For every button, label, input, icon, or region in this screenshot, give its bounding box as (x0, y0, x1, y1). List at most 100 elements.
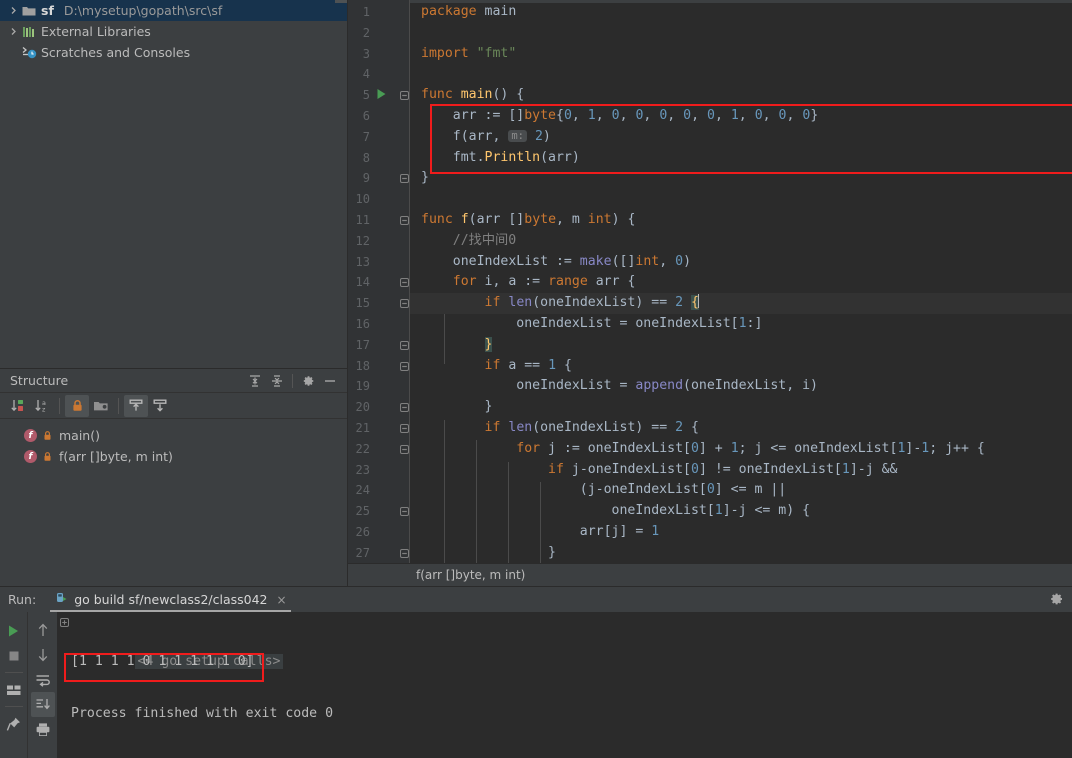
code-line-10 (410, 189, 1072, 210)
expand-all-icon[interactable] (244, 371, 266, 391)
line-number: 14 (348, 272, 370, 293)
structure-item-main-label: main() (59, 428, 100, 443)
line-number: 11 (348, 210, 370, 231)
code-line-27: } (410, 543, 1072, 564)
structure-item-main[interactable]: f main() (0, 425, 347, 446)
sort-by-visibility-icon[interactable] (6, 395, 30, 417)
sort-alphabetically-icon[interactable]: a z (30, 395, 54, 417)
line-number: 4 (348, 64, 370, 85)
fold-marker-expanded[interactable] (400, 418, 409, 433)
code-line-13: oneIndexList := make([]int, 0) (410, 252, 1072, 273)
console-output-line: [1 1 1 1 0 1 1 1 1 1 0] (71, 651, 254, 672)
tree-item-sf-path: D:\mysetup\gopath\src\sf (64, 3, 222, 18)
code-line-3: import "fmt" (410, 44, 1072, 65)
rerun-icon[interactable] (2, 618, 26, 643)
soft-wrap-icon[interactable] (31, 667, 55, 692)
line-number: 15 (348, 293, 370, 314)
function-badge-icon: f (24, 429, 37, 442)
code-line-16: oneIndexList = oneIndexList[1:] (410, 314, 1072, 335)
toolbar-divider (5, 672, 23, 673)
gear-icon[interactable] (297, 371, 319, 391)
project-scrollbar[interactable] (335, 0, 348, 3)
hide-panel-icon[interactable] (319, 371, 341, 391)
editor-gutter[interactable]: 1 2 3 4 5 6 7 8 9 10 11 12 13 14 15 16 1… (348, 0, 410, 586)
line-number: 1 (348, 2, 370, 23)
line-number: 24 (348, 480, 370, 501)
close-icon[interactable]: × (277, 593, 287, 607)
function-badge-icon: f (24, 450, 37, 463)
code-line-2 (410, 23, 1072, 44)
code-line-12: //找中间0 (410, 231, 1072, 252)
show-non-public-icon[interactable] (65, 395, 89, 417)
line-number: 25 (348, 501, 370, 522)
toolbar-divider (5, 706, 23, 707)
structure-panel: Structure (0, 368, 348, 586)
code-line-21: if len(oneIndexList) == 2 { (410, 418, 1072, 439)
run-tabbar: Run: go build sf/newclass2/class042 × (0, 587, 1072, 612)
folder-icon (20, 5, 38, 17)
run-console-toolbar (28, 612, 57, 758)
run-console-output[interactable]: <4 go setup calls> [1 1 1 1 0 1 1 1 1 1 … (57, 612, 1072, 758)
gear-icon[interactable] (1048, 591, 1064, 611)
line-number: 9 (348, 168, 370, 189)
code-line-8: fmt.Println(arr) (410, 148, 1072, 169)
chevron-right-icon[interactable] (6, 27, 20, 36)
fold-marker-end[interactable] (400, 397, 409, 412)
tree-item-scratches[interactable]: Scratches and Consoles (0, 42, 347, 63)
down-arrow-icon[interactable] (31, 642, 55, 667)
run-gutter-icon[interactable] (376, 85, 387, 106)
layout-icon[interactable] (2, 677, 26, 702)
code-line-17: } (410, 335, 1072, 356)
up-arrow-icon[interactable] (31, 617, 55, 642)
show-fields-icon[interactable] (89, 395, 113, 417)
console-status-line: Process finished with exit code 0 (71, 703, 333, 724)
console-fold-marker[interactable] (60, 616, 69, 631)
code-line-1: package main (410, 2, 1072, 23)
line-number: 3 (348, 44, 370, 65)
code-editor[interactable]: 1 2 3 4 5 6 7 8 9 10 11 12 13 14 15 16 1… (348, 0, 1072, 586)
tree-item-sf[interactable]: sf D:\mysetup\gopath\src\sf (0, 0, 347, 21)
show-imported-icon[interactable] (148, 395, 172, 417)
lock-icon (41, 430, 53, 441)
tree-item-external-libraries[interactable]: External Libraries (0, 21, 347, 42)
chevron-right-icon[interactable] (6, 6, 20, 15)
scroll-to-end-icon[interactable] (31, 692, 55, 717)
fold-marker-end[interactable] (400, 543, 409, 558)
fold-marker-end[interactable] (400, 168, 409, 183)
fold-marker-expanded[interactable] (400, 272, 409, 287)
print-icon[interactable] (31, 717, 55, 742)
code-line-25: oneIndexList[1]-j <= m) { (410, 501, 1072, 522)
collapse-all-icon[interactable] (266, 371, 288, 391)
code-line-23: if j-oneIndexList[0] != oneIndexList[1]-… (410, 460, 1072, 481)
breadcrumb[interactable]: f(arr []byte, m int) (348, 563, 1072, 586)
code-line-20: } (410, 397, 1072, 418)
line-number: 20 (348, 397, 370, 418)
console-collapsed-fold[interactable]: <4 go setup calls> (71, 630, 283, 651)
fold-marker-expanded[interactable] (400, 85, 409, 100)
line-number: 26 (348, 522, 370, 543)
stop-icon[interactable] (2, 643, 26, 668)
library-icon (20, 26, 38, 38)
show-inherited-icon[interactable] (124, 395, 148, 417)
fold-marker-expanded[interactable] (400, 293, 409, 308)
parameter-hint: m: (508, 130, 527, 142)
tree-item-scratches-label: Scratches and Consoles (41, 45, 190, 60)
toolbar-divider (292, 374, 293, 388)
fold-marker-expanded[interactable] (400, 356, 409, 371)
run-panel: Run: go build sf/newclass2/class042 × (0, 586, 1072, 758)
fold-marker-expanded[interactable] (400, 210, 409, 225)
code-text-area[interactable]: package main import "fmt" func main() { … (410, 0, 1072, 586)
lock-icon (41, 451, 53, 462)
line-number: 2 (348, 23, 370, 44)
line-number: 16 (348, 314, 370, 335)
run-config-icon (54, 590, 68, 609)
project-tree-panel[interactable]: sf D:\mysetup\gopath\src\sf External Lib… (0, 0, 348, 368)
fold-marker-expanded[interactable] (400, 439, 409, 454)
pin-tab-icon[interactable] (2, 711, 26, 736)
fold-marker-expanded[interactable] (400, 501, 409, 516)
line-number: 12 (348, 231, 370, 252)
structure-header: Structure (0, 369, 347, 393)
fold-marker-end[interactable] (400, 335, 409, 350)
run-tab[interactable]: go build sf/newclass2/class042 × (50, 587, 290, 612)
structure-item-f[interactable]: f f(arr []byte, m int) (0, 446, 347, 467)
